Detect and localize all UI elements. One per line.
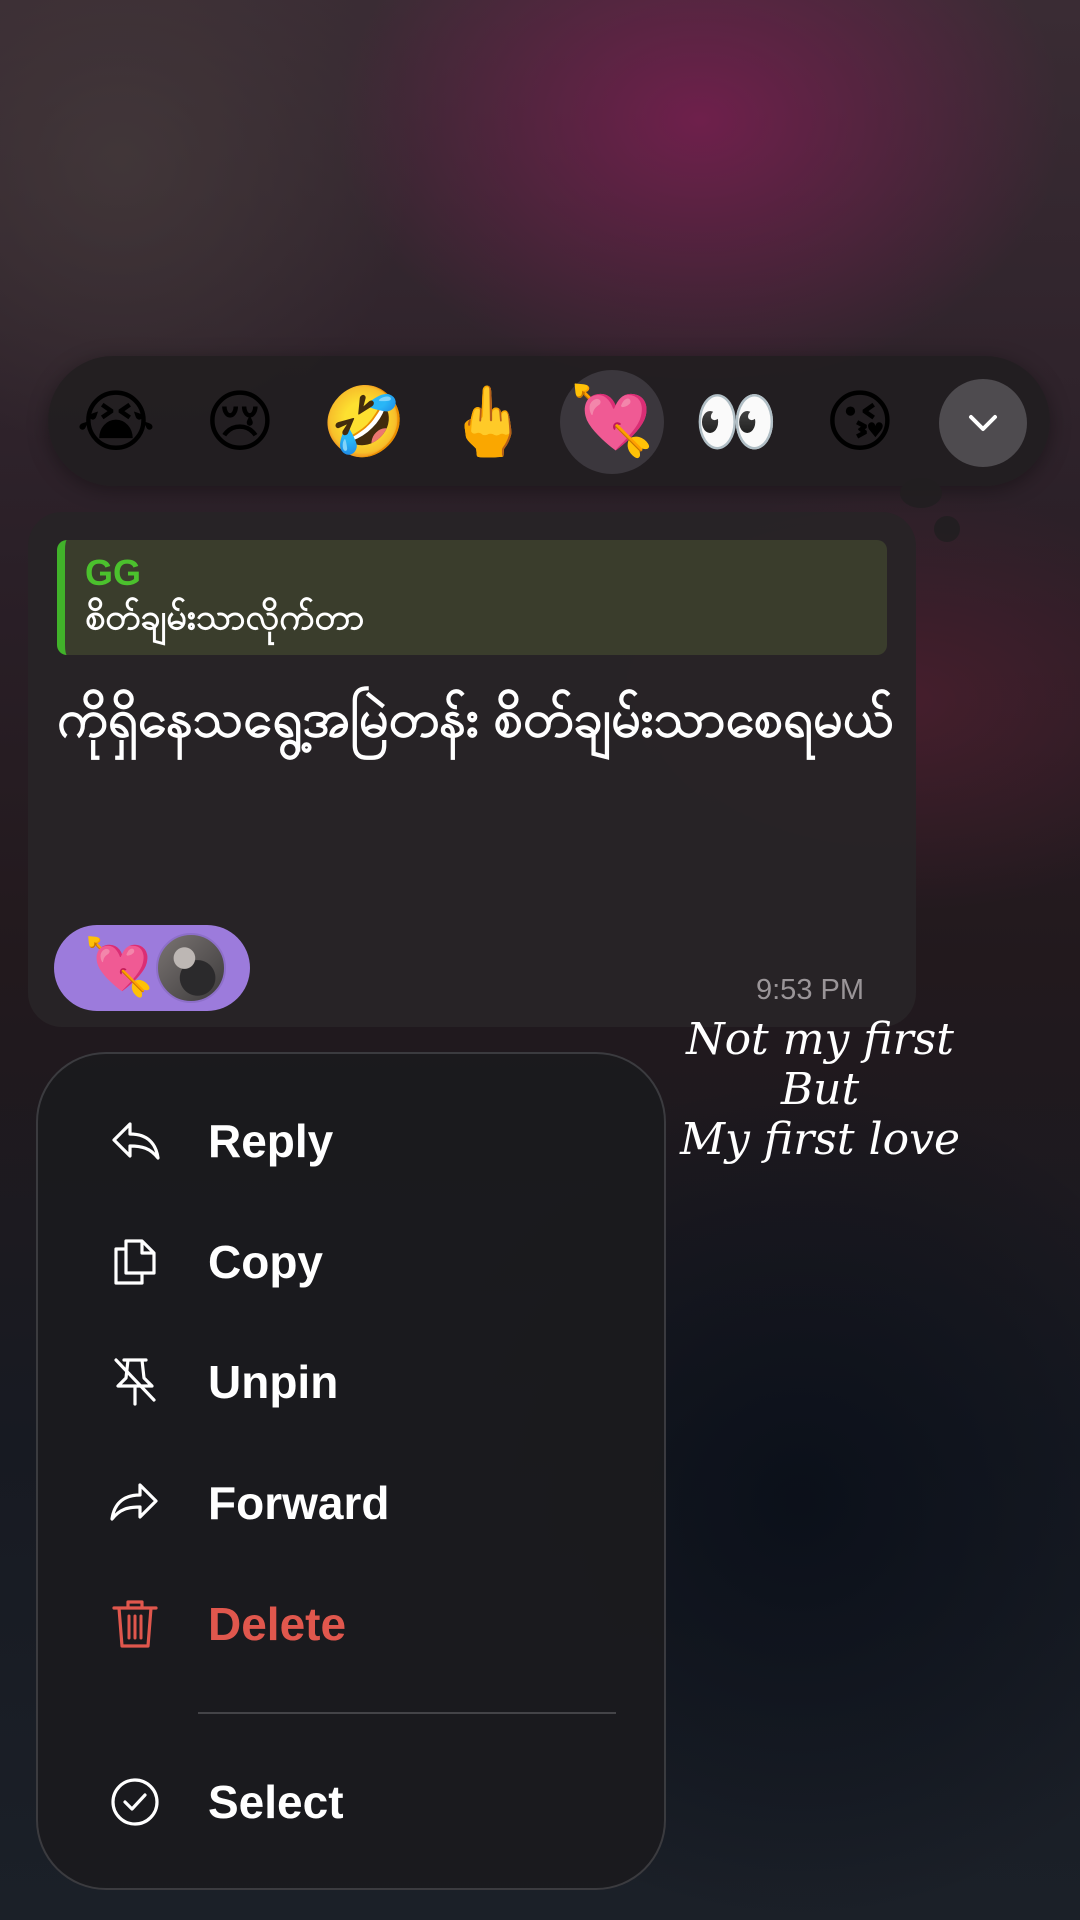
overlay-line-1: Not my first [686, 1014, 954, 1065]
delete-label: Delete [208, 1598, 347, 1650]
reaction-rofl[interactable]: 🤣 [314, 379, 414, 467]
unpin-label: Unpin [208, 1356, 339, 1408]
menu-item-delete[interactable]: Delete [36, 1574, 666, 1674]
copy-label: Copy [208, 1236, 323, 1288]
quote-text: စိတ်ချမ်းသာလိုက်တာ [85, 596, 365, 637]
reply-quote[interactable]: GG စိတ်ချမ်းသာလိုက်တာ [57, 540, 887, 655]
menu-item-forward[interactable]: Forward [36, 1453, 666, 1553]
expand-reactions-button[interactable] [939, 379, 1027, 467]
overlay-caption: Not my first But My first love [650, 1015, 990, 1165]
reaction-chip-emoji: 💘 [84, 935, 154, 1000]
reaction-heart-with-arrow[interactable]: 💘 [560, 370, 664, 474]
reaction-bar-tail [900, 478, 942, 508]
menu-item-unpin[interactable]: Unpin [36, 1332, 666, 1432]
message-time: 9:53 PM [756, 974, 864, 1006]
select-label: Select [208, 1776, 344, 1828]
reaction-crying[interactable]: 😢 [190, 379, 290, 467]
menu-item-reply[interactable]: Reply [36, 1091, 666, 1191]
reaction-blowing-kiss[interactable]: 😘 [810, 379, 910, 467]
reply-icon [112, 1122, 160, 1160]
menu-divider [198, 1712, 616, 1714]
reaction-eyes[interactable]: 👀 [686, 379, 786, 467]
avatar [156, 933, 226, 1003]
chevron-down-icon [969, 415, 997, 431]
copy-icon [114, 1239, 156, 1285]
menu-item-copy[interactable]: Copy [36, 1212, 666, 1312]
reply-label: Reply [208, 1115, 334, 1167]
reaction-loudly-crying[interactable]: 😭 [66, 379, 166, 467]
reaction-middle-finger[interactable]: 🖕 [438, 379, 538, 467]
overlay-line-2: But [780, 1064, 860, 1115]
check-circle-icon [111, 1778, 159, 1826]
trash-icon [112, 1600, 158, 1648]
unpin-icon [114, 1358, 156, 1406]
menu-item-select[interactable]: Select [36, 1752, 666, 1852]
reaction-bar-tail-dot [934, 516, 960, 542]
forward-label: Forward [208, 1477, 390, 1529]
quote-sender: GG [85, 552, 142, 593]
forward-icon [110, 1483, 158, 1521]
message-text: ကိုရှိနေသရွေ့အမြဲတန်း စိတ်ချမ်းသာစေရမယ် [57, 690, 894, 748]
overlay-line-3: My first love [680, 1114, 960, 1165]
